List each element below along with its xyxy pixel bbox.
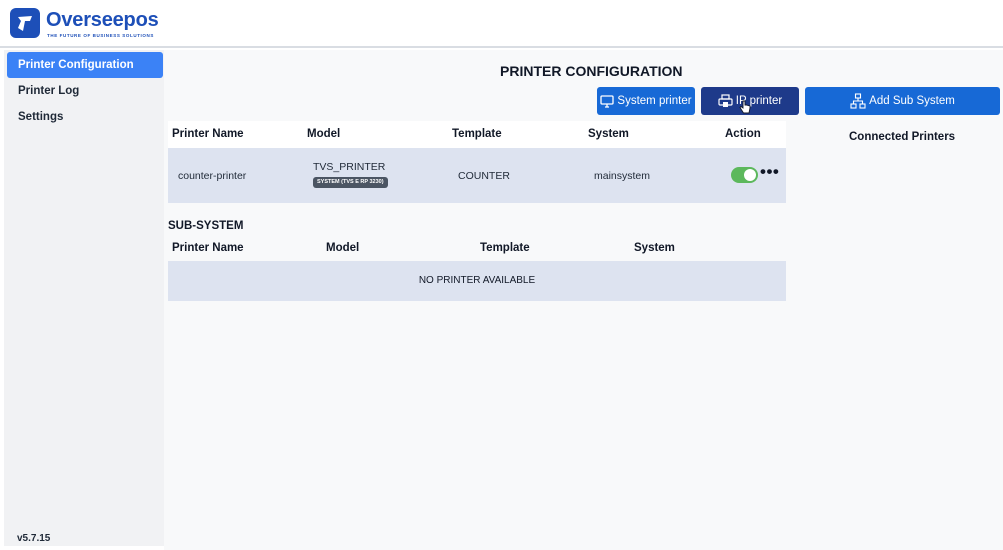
sidebar-item-label: Printer Configuration	[18, 59, 134, 71]
column-header-printer-name: Printer Name	[172, 128, 244, 140]
top-header: Overseepos THE FUTURE OF BUSINESS SOLUTI…	[0, 0, 1003, 48]
template-cell: COUNTER	[458, 170, 510, 182]
toggle-knob	[744, 169, 756, 181]
sub-system-title: SUB-SYSTEM	[168, 220, 244, 232]
sub-column-header-printer-name: Printer Name	[172, 242, 244, 254]
monitor-icon	[600, 94, 615, 108]
add-sub-system-button[interactable]: Add Sub System	[805, 87, 1000, 115]
sidebar-item-printer-configuration[interactable]: Printer Configuration	[7, 52, 163, 78]
printer-enabled-toggle[interactable]	[731, 167, 758, 183]
system-cell: mainsystem	[594, 170, 651, 182]
page-title: PRINTER CONFIGURATION	[500, 63, 683, 79]
model-badge: SYSTEM (TVS E RP 3230)	[313, 177, 388, 188]
sub-system-empty-row: NO PRINTER AVAILABLE	[168, 261, 786, 301]
more-options-icon[interactable]: •••	[760, 162, 779, 182]
column-header-system: System	[588, 128, 629, 140]
add-sub-system-label: Add Sub System	[869, 95, 955, 107]
printer-lock-icon	[718, 94, 733, 108]
model-cell: TVS_PRINTER	[313, 161, 386, 173]
overseepos-logo-icon	[10, 8, 40, 38]
system-printer-button[interactable]: System printer	[597, 87, 695, 115]
sub-column-header-template: Template	[480, 242, 530, 254]
sidebar-item-settings[interactable]: Settings	[7, 104, 163, 130]
sidebar-item-label: Printer Log	[18, 85, 80, 97]
main-content: PRINTER CONFIGURATION System printer IP …	[164, 50, 1003, 550]
column-header-template: Template	[452, 128, 502, 140]
app-version: v5.7.15	[17, 533, 51, 544]
network-icon	[850, 93, 866, 109]
sub-column-header-system: System	[634, 242, 675, 254]
table-row: counter-printer TVS_PRINTER SYSTEM (TVS …	[168, 148, 786, 203]
logo-tagline: THE FUTURE OF BUSINESS SOLUTIONS	[47, 33, 154, 38]
sidebar-item-label: Settings	[18, 111, 64, 123]
connected-printers-heading: Connected Printers	[849, 131, 956, 143]
hand-cursor-icon	[739, 100, 751, 119]
sidebar-item-printer-log[interactable]: Printer Log	[7, 78, 163, 104]
sub-column-header-model: Model	[326, 242, 360, 254]
printer-name-cell: counter-printer	[178, 170, 247, 182]
empty-state-text: NO PRINTER AVAILABLE	[418, 275, 536, 286]
column-header-action: Action	[725, 128, 761, 140]
sidebar: Printer Configuration Printer Log Settin…	[4, 50, 164, 546]
column-header-model: Model	[307, 128, 341, 140]
system-printer-label: System printer	[617, 95, 692, 107]
logo-text: Overseepos	[46, 9, 159, 31]
